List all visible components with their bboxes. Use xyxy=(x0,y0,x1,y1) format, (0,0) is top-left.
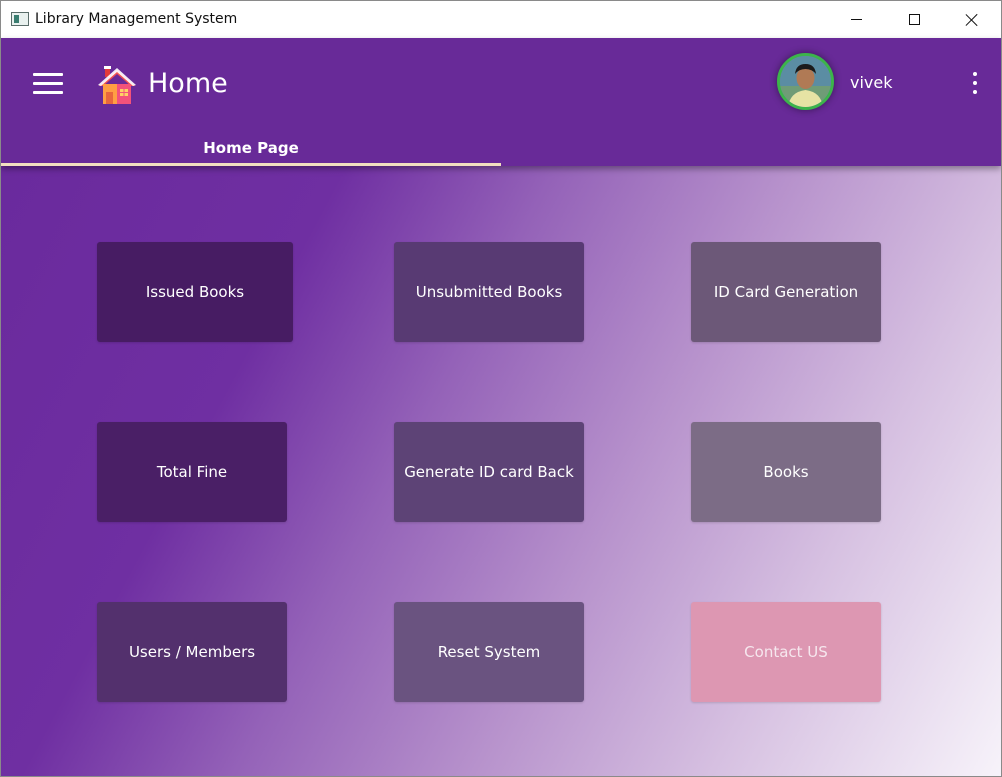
window-title: Library Management System xyxy=(35,11,238,27)
app-bar: Home vivek Home Page xyxy=(1,38,1001,166)
user-photo-icon xyxy=(780,56,831,107)
close-button[interactable] xyxy=(943,1,1001,38)
books-button[interactable]: Books xyxy=(691,422,881,522)
maximize-icon xyxy=(908,14,920,25)
close-icon xyxy=(965,13,979,27)
app-window-icon xyxy=(11,12,29,26)
tab-indicator xyxy=(1,163,501,166)
title-bar[interactable]: Library Management System xyxy=(1,1,1001,38)
id-card-generation-button[interactable]: ID Card Generation xyxy=(691,242,881,342)
username: vivek xyxy=(850,73,893,92)
more-vertical-icon[interactable] xyxy=(969,72,981,96)
issued-books-button[interactable]: Issued Books xyxy=(97,242,293,342)
home-dashboard: Issued Books Unsubmitted Books ID Card G… xyxy=(1,166,1001,776)
page-title: Home xyxy=(148,68,228,99)
contact-us-button[interactable]: Contact US xyxy=(691,602,881,702)
avatar[interactable] xyxy=(777,53,834,110)
users-members-button[interactable]: Users / Members xyxy=(97,602,287,702)
maximize-button[interactable] xyxy=(885,1,943,38)
generate-id-card-back-button[interactable]: Generate ID card Back xyxy=(394,422,584,522)
app-window: Library Management System Home vivek Hom… xyxy=(0,0,1002,777)
hamburger-menu-icon[interactable] xyxy=(33,73,63,95)
house-icon xyxy=(98,66,136,104)
minimize-icon xyxy=(850,19,862,20)
tab-home-page[interactable]: Home Page xyxy=(1,130,501,166)
reset-system-button[interactable]: Reset System xyxy=(394,602,584,702)
minimize-button[interactable] xyxy=(827,1,885,38)
unsubmitted-books-button[interactable]: Unsubmitted Books xyxy=(394,242,584,342)
total-fine-button[interactable]: Total Fine xyxy=(97,422,287,522)
